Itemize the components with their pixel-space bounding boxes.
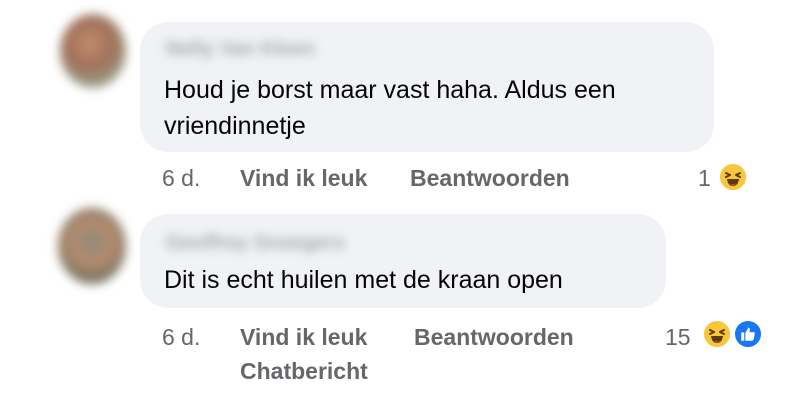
comment-bubble: Geoffrey Snoegers Dit is echt huilen met… [140, 214, 666, 308]
comment-text: Houd je borst maar vast haha. Aldus een … [164, 76, 616, 140]
author-name[interactable]: Nelly Van Kleen [166, 38, 315, 61]
avatar[interactable] [60, 14, 126, 88]
haha-icon [718, 162, 748, 192]
comment-timestamp[interactable]: 6 d. [162, 165, 200, 192]
avatar[interactable] [58, 208, 126, 284]
author-name[interactable]: Geoffrey Snoegers [166, 232, 345, 255]
like-icon [733, 319, 763, 349]
comment-bubble: Nelly Van Kleen Houd je borst maar vast … [140, 22, 714, 152]
chat-message-button[interactable]: Chatbericht [240, 358, 368, 385]
comment-text: Dit is echt huilen met de kraan open [164, 266, 563, 294]
haha-icon [702, 319, 732, 349]
like-button[interactable]: Vind ik leuk [240, 165, 367, 192]
reply-button[interactable]: Beantwoorden [414, 324, 574, 351]
reaction-count[interactable]: 1 [698, 165, 711, 192]
like-button[interactable]: Vind ik leuk [240, 324, 367, 351]
comment-timestamp[interactable]: 6 d. [162, 324, 200, 351]
reply-button[interactable]: Beantwoorden [410, 165, 570, 192]
reaction-count[interactable]: 15 [665, 324, 691, 351]
